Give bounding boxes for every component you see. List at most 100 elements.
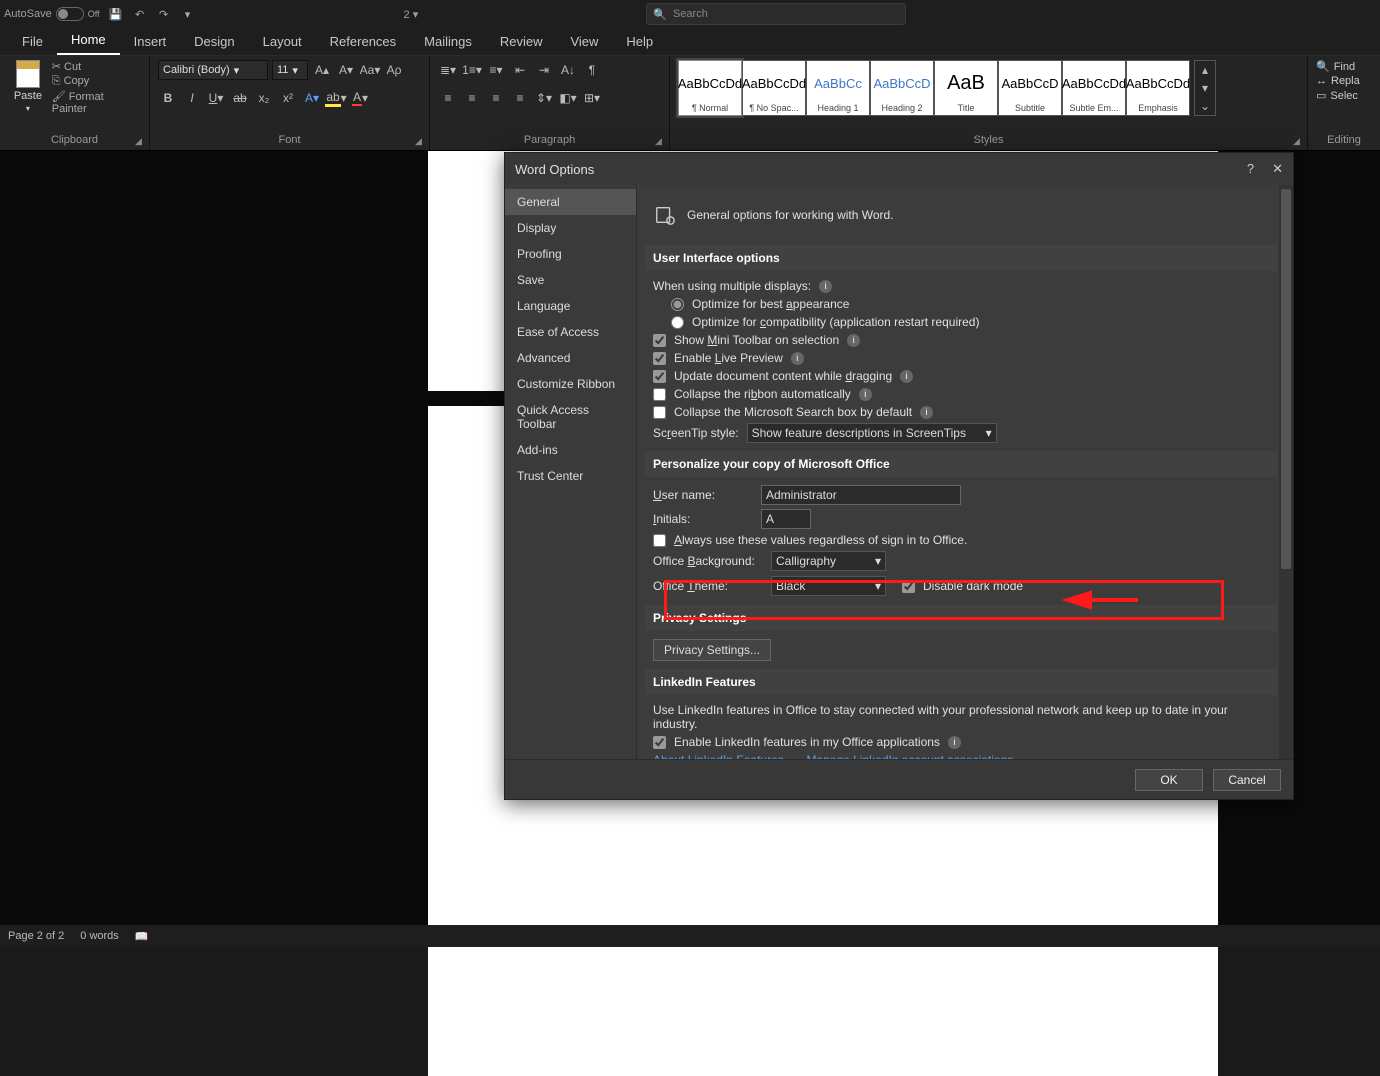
paragraph-launcher-icon[interactable]: ◢	[655, 136, 667, 148]
highlight-icon[interactable]: ab▾	[326, 88, 346, 108]
close-icon[interactable]: ✕	[1272, 161, 1283, 177]
nav-trust-center[interactable]: Trust Center	[505, 463, 636, 489]
clear-formatting-icon[interactable]: Aρ	[384, 60, 404, 80]
nav-save[interactable]: Save	[505, 267, 636, 293]
find-button[interactable]: 🔍 Find	[1316, 60, 1355, 73]
style-card[interactable]: AaBbCcDd¶ Normal	[678, 60, 742, 116]
initials-input[interactable]	[761, 509, 811, 529]
linkedin-about-link[interactable]: About LinkedIn Features	[653, 753, 784, 759]
disable-dark-mode-checkbox[interactable]: Disable dark mode	[902, 579, 1023, 593]
font-size-dropdown[interactable]: 11 ▾	[272, 60, 308, 80]
styles-scroll-up-icon[interactable]: ▴	[1195, 61, 1215, 79]
info-icon[interactable]: i	[948, 736, 961, 749]
collapse-search-checkbox[interactable]: Collapse the Microsoft Search box by def…	[653, 405, 1269, 419]
numbering-icon[interactable]: 1≡▾	[462, 60, 482, 80]
privacy-settings-button[interactable]: Privacy Settings...	[653, 639, 771, 661]
redo-icon[interactable]: ↷	[156, 6, 172, 22]
align-center-icon[interactable]: ≡	[462, 88, 482, 108]
style-card[interactable]: AaBbCcDdEmphasis	[1126, 60, 1190, 116]
format-painter-button[interactable]: 🖌 Format Painter	[52, 90, 141, 115]
style-card[interactable]: AaBbCcDdSubtle Em...	[1062, 60, 1126, 116]
font-color-icon[interactable]: A▾	[350, 88, 370, 108]
tab-insert[interactable]: Insert	[120, 28, 181, 55]
live-preview-checkbox[interactable]: Enable Live Preview i	[653, 351, 1269, 365]
styles-gallery[interactable]: AaBbCcDd¶ NormalAaBbCcDd¶ No Spac...AaBb…	[678, 60, 1190, 116]
linkedin-checkbox[interactable]: Enable LinkedIn features in my Office ap…	[653, 735, 1269, 749]
linkedin-manage-link[interactable]: Manage LinkedIn account associations	[806, 753, 1013, 759]
tab-layout[interactable]: Layout	[249, 28, 316, 55]
align-left-icon[interactable]: ≡	[438, 88, 458, 108]
autosave-toggle[interactable]: AutoSave Off	[4, 7, 100, 21]
info-icon[interactable]: i	[900, 370, 913, 383]
optimize-appearance-radio[interactable]: Optimize for best appearance	[671, 297, 1269, 311]
tab-home[interactable]: Home	[57, 26, 120, 55]
nav-customize-ribbon[interactable]: Customize Ribbon	[505, 371, 636, 397]
mini-toolbar-checkbox[interactable]: Show Mini Toolbar on selection i	[653, 333, 1269, 347]
styles-launcher-icon[interactable]: ◢	[1293, 136, 1305, 148]
justify-icon[interactable]: ≡	[510, 88, 530, 108]
show-marks-icon[interactable]: ¶	[582, 60, 602, 80]
align-right-icon[interactable]: ≡	[486, 88, 506, 108]
borders-icon[interactable]: ⊞▾	[582, 88, 602, 108]
nav-language[interactable]: Language	[505, 293, 636, 319]
tab-review[interactable]: Review	[486, 28, 557, 55]
drag-update-checkbox[interactable]: Update document content while dragging i	[653, 369, 1269, 383]
nav-proofing[interactable]: Proofing	[505, 241, 636, 267]
strike-icon[interactable]: ab	[230, 88, 250, 108]
copy-button[interactable]: ⎘ Copy	[52, 75, 141, 88]
italic-icon[interactable]: I	[182, 88, 202, 108]
nav-quick-access[interactable]: Quick Access Toolbar	[505, 397, 636, 437]
ok-button[interactable]: OK	[1135, 769, 1203, 791]
subscript-icon[interactable]: x₂	[254, 88, 274, 108]
tab-references[interactable]: References	[316, 28, 410, 55]
grow-font-icon[interactable]: A▴	[312, 60, 332, 80]
save-icon[interactable]: 💾	[108, 6, 124, 22]
undo-icon[interactable]: ↶	[132, 6, 148, 22]
paste-button[interactable]: Paste ▾	[8, 60, 48, 113]
cut-button[interactable]: ✂ Cut	[52, 60, 141, 73]
styles-scroll-down-icon[interactable]: ▾	[1195, 79, 1215, 97]
office-background-dropdown[interactable]: Calligraphy▾	[771, 551, 886, 571]
bullets-icon[interactable]: ≣▾	[438, 60, 458, 80]
screentip-dropdown[interactable]: Show feature descriptions in ScreenTips▾	[747, 423, 997, 443]
tab-file[interactable]: File	[8, 28, 57, 55]
change-case-icon[interactable]: Aa▾	[360, 60, 380, 80]
decrease-indent-icon[interactable]: ⇤	[510, 60, 530, 80]
tab-help[interactable]: Help	[612, 28, 667, 55]
nav-ease-of-access[interactable]: Ease of Access	[505, 319, 636, 345]
styles-more-icon[interactable]: ⌄	[1195, 97, 1215, 115]
font-name-dropdown[interactable]: Calibri (Body) ▾	[158, 60, 268, 80]
sort-icon[interactable]: A↓	[558, 60, 578, 80]
info-icon[interactable]: i	[791, 352, 804, 365]
style-card[interactable]: AaBbCcDd¶ No Spac...	[742, 60, 806, 116]
search-box[interactable]: 🔍 Search	[646, 3, 906, 25]
shading-icon[interactable]: ◧▾	[558, 88, 578, 108]
style-card[interactable]: AaBTitle	[934, 60, 998, 116]
status-words[interactable]: 0 words	[80, 930, 119, 942]
always-use-checkbox[interactable]: Always use these values regardless of si…	[653, 533, 1269, 547]
underline-icon[interactable]: U▾	[206, 88, 226, 108]
info-icon[interactable]: i	[920, 406, 933, 419]
tab-mailings[interactable]: Mailings	[410, 28, 486, 55]
select-button[interactable]: ▭ Selec	[1316, 89, 1358, 102]
optimize-compat-radio[interactable]: Optimize for compatibility (application …	[671, 315, 1269, 329]
text-effects-icon[interactable]: A▾	[302, 88, 322, 108]
dialog-scrollbar[interactable]	[1279, 185, 1293, 759]
help-icon[interactable]: ?	[1247, 161, 1254, 177]
increase-indent-icon[interactable]: ⇥	[534, 60, 554, 80]
line-spacing-icon[interactable]: ⇕▾	[534, 88, 554, 108]
bold-icon[interactable]: B	[158, 88, 178, 108]
status-page[interactable]: Page 2 of 2	[8, 930, 64, 942]
shrink-font-icon[interactable]: A▾	[336, 60, 356, 80]
office-theme-dropdown[interactable]: Black▾	[771, 576, 886, 596]
style-card[interactable]: AaBbCcDHeading 2	[870, 60, 934, 116]
style-card[interactable]: AaBbCcHeading 1	[806, 60, 870, 116]
nav-general[interactable]: General	[505, 189, 636, 215]
info-icon[interactable]: i	[859, 388, 872, 401]
qat-dropdown-icon[interactable]: ▾	[180, 6, 196, 22]
clipboard-launcher-icon[interactable]: ◢	[135, 136, 147, 148]
replace-button[interactable]: ↔ Repla	[1316, 75, 1360, 87]
info-icon[interactable]: i	[819, 280, 832, 293]
tab-design[interactable]: Design	[180, 28, 248, 55]
cancel-button[interactable]: Cancel	[1213, 769, 1281, 791]
